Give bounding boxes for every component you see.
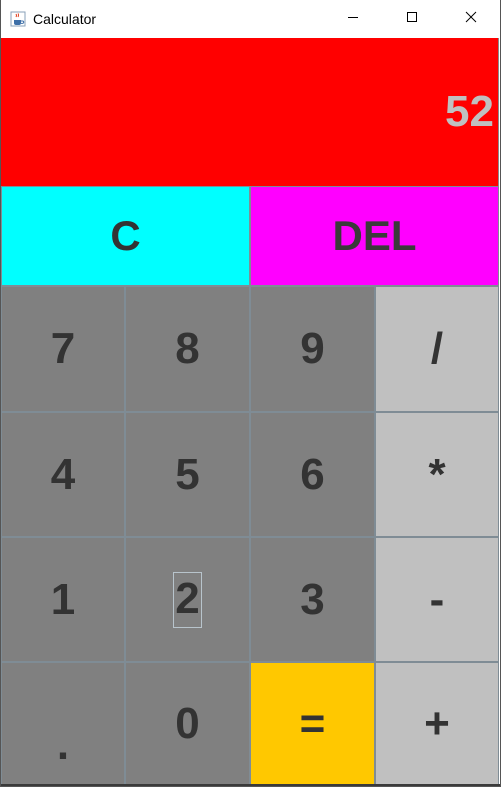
key-label: 1 (50, 574, 76, 624)
key-8[interactable]: 8 (125, 286, 250, 412)
maximize-icon (406, 10, 418, 28)
close-button[interactable] (441, 0, 500, 38)
delete-label: DEL (332, 212, 417, 259)
minimize-button[interactable] (323, 0, 382, 38)
delete-button[interactable]: DEL (250, 186, 499, 286)
key-label: 7 (50, 324, 76, 373)
key-label: + (424, 698, 450, 748)
subtract-button[interactable]: - (375, 537, 499, 662)
key-label: / (430, 324, 444, 373)
close-icon (465, 10, 477, 28)
key-2[interactable]: 2 (125, 537, 250, 662)
key-0[interactable]: 0 (125, 662, 250, 785)
maximize-button[interactable] (382, 0, 441, 38)
key-3[interactable]: 3 (250, 537, 375, 662)
result-display: 52 (1, 38, 499, 186)
key-label: 3 (300, 574, 325, 624)
key-1[interactable]: 1 (1, 537, 125, 662)
key-label: 5 (175, 449, 200, 499)
window-title: Calculator (33, 11, 97, 27)
key-label: 9 (300, 324, 325, 373)
key-label: = (299, 698, 326, 748)
calculator-window: Calculator 52 C DEL 7 8 9 / 4 5 6 * 1 2 … (0, 0, 501, 787)
title-bar[interactable]: Calculator (1, 0, 500, 38)
equals-button[interactable]: = (250, 662, 375, 785)
key-9[interactable]: 9 (250, 286, 375, 412)
key-5[interactable]: 5 (125, 412, 250, 537)
window-controls (323, 0, 500, 38)
minimize-icon (347, 10, 359, 28)
add-button[interactable]: + (375, 662, 499, 785)
key-label: - (429, 574, 445, 624)
key-label: 6 (300, 449, 325, 499)
key-6[interactable]: 6 (250, 412, 375, 537)
key-label: 8 (175, 324, 200, 373)
multiply-button[interactable]: * (375, 412, 499, 537)
window-bottom-border (1, 784, 500, 786)
key-label: 0 (175, 698, 200, 748)
key-label: * (428, 449, 446, 499)
clear-button[interactable]: C (1, 186, 250, 286)
key-label: . (56, 720, 70, 769)
key-4[interactable]: 4 (1, 412, 125, 537)
key-label: 4 (50, 449, 76, 499)
java-cup-icon (9, 10, 27, 28)
clear-label: C (110, 212, 141, 259)
key-label: 2 (173, 571, 202, 628)
display-value: 52 (445, 87, 494, 136)
key-7[interactable]: 7 (1, 286, 125, 412)
divide-button[interactable]: / (375, 286, 499, 412)
decimal-button[interactable]: . (1, 662, 125, 785)
